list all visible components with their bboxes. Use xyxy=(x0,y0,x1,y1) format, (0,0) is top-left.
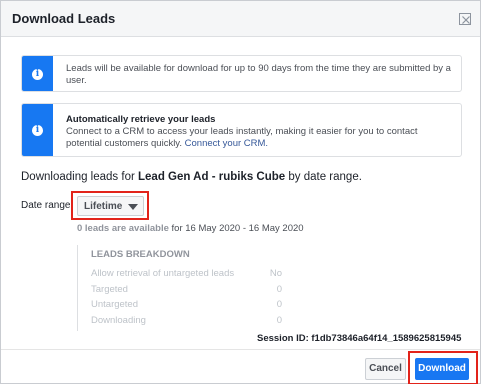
breakdown-row-label: Targeted xyxy=(91,284,128,295)
dialog-title: Download Leads xyxy=(12,11,116,26)
session-id: Session ID: f1db73846a64f14_158962581594… xyxy=(257,333,462,344)
leads-count: 0 leads are available xyxy=(77,223,169,234)
dropdown-highlight-box xyxy=(71,191,149,220)
downloading-prefix: Downloading leads for xyxy=(21,171,135,183)
breakdown-row-value: 0 xyxy=(276,315,282,326)
download-leads-dialog: Download Leads i Leads will be available… xyxy=(0,0,481,384)
info-icon: i xyxy=(32,125,43,136)
notice-bar: i xyxy=(22,56,53,91)
downloading-summary: Downloading leads for Lead Gen Ad - rubi… xyxy=(21,171,362,183)
breakdown-row-value: No xyxy=(269,268,282,279)
leads-date-range: for 16 May 2020 - 16 May 2020 xyxy=(171,223,304,234)
breakdown-row-value: 0 xyxy=(276,284,282,295)
footer-divider xyxy=(1,349,480,350)
info-icon: i xyxy=(32,69,43,80)
breakdown-row-value: 0 xyxy=(276,299,282,310)
dialog-header: Download Leads xyxy=(1,1,480,37)
notice-bar: i xyxy=(22,104,53,156)
availability-notice-text: Leads will be available for download for… xyxy=(66,63,451,86)
cancel-button[interactable]: Cancel xyxy=(365,358,406,380)
date-range-label: Date range xyxy=(21,200,71,211)
close-icon[interactable] xyxy=(459,13,471,25)
downloading-suffix: by date range. xyxy=(288,171,362,183)
breakdown-row-label: Allow retrieval of untargeted leads xyxy=(91,268,235,279)
breakdown-title: LEADS BREAKDOWN xyxy=(91,249,190,260)
leads-available-line: 0 leads are available for 16 May 2020 - … xyxy=(77,223,304,234)
breakdown-row-label: Untargeted xyxy=(91,299,139,310)
crm-notice-title: Automatically retrieve your leads xyxy=(66,114,216,125)
crm-notice-text: Automatically retrieve your leads Connec… xyxy=(66,114,451,150)
breakdown-row-label: Downloading xyxy=(91,315,146,326)
leads-breakdown: LEADS BREAKDOWN Allow retrieval of untar… xyxy=(77,245,287,331)
crm-notice: i Automatically retrieve your leads Conn… xyxy=(21,103,462,157)
availability-notice: i Leads will be available for download f… xyxy=(21,55,462,92)
connect-crm-link[interactable]: Connect your CRM. xyxy=(185,138,268,149)
ad-name: Lead Gen Ad - rubiks Cube xyxy=(138,171,286,183)
download-highlight-box xyxy=(408,351,478,384)
